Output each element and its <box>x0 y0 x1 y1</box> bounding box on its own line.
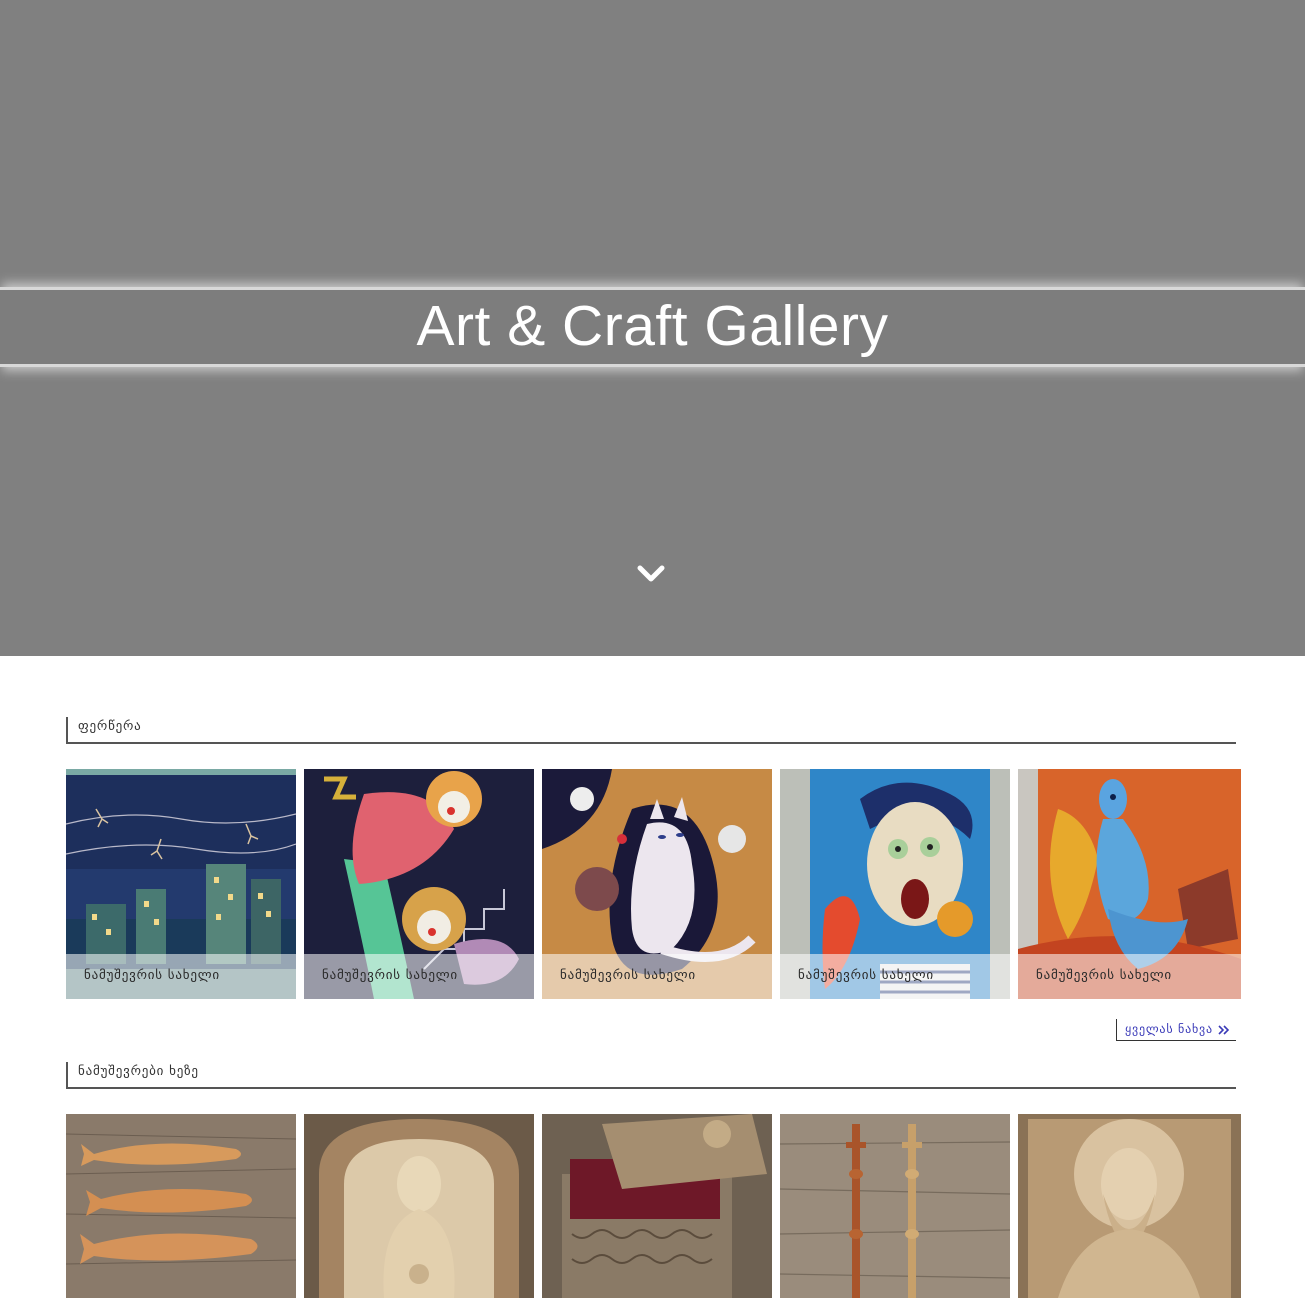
gallery-item[interactable] <box>780 1114 1010 1298</box>
section-heading-label: ნამუშევრები ხეზე <box>78 1064 199 1079</box>
item-caption: ნამუშევრის სახელი <box>66 954 296 999</box>
gallery-item[interactable]: ნამუშევრის სახელი <box>66 769 296 999</box>
woodwork-image <box>780 1114 1010 1298</box>
item-caption-label: ნამუშევრის სახელი <box>1036 968 1172 983</box>
section-heading-woodwork: ნამუშევრები ხეზე <box>66 1062 1236 1089</box>
woodwork-image <box>66 1114 296 1298</box>
section-heading-label: ფერწერა <box>78 719 142 734</box>
gallery-item[interactable]: ნამუშევრის სახელი <box>542 769 772 999</box>
painting-gallery-row: ნამუშევრის სახელი ნამუშევრის სახელი ნამუ… <box>66 769 1241 999</box>
item-caption-label: ნამუშევრის სახელი <box>798 968 934 983</box>
gallery-item[interactable]: ნამუშევრის სახელი <box>304 769 534 999</box>
gallery-item[interactable]: ნამუშევრის სახელი <box>1018 769 1241 999</box>
gallery-item[interactable] <box>304 1114 534 1298</box>
item-caption: ნამუშევრის სახელი <box>542 954 772 999</box>
item-caption-label: ნამუშევრის სახელი <box>560 968 696 983</box>
gallery-item[interactable]: ნამუშევრის სახელი <box>780 769 1010 999</box>
item-caption: ნამუშევრის სახელი <box>780 954 1010 999</box>
woodwork-gallery-row <box>66 1114 1241 1301</box>
woodwork-image <box>542 1114 772 1298</box>
gallery-item[interactable] <box>1018 1114 1241 1298</box>
item-caption: ნამუშევრის სახელი <box>304 954 534 999</box>
chevron-down-icon[interactable] <box>636 562 666 586</box>
hero-title: Art & Craft Gallery <box>416 294 889 358</box>
hero-banner: Art & Craft Gallery <box>0 0 1305 656</box>
section-heading-painting: ფერწერა <box>66 717 1236 744</box>
item-caption-label: ნამუშევრის სახელი <box>322 968 458 983</box>
gallery-item[interactable] <box>542 1114 772 1298</box>
see-all-link[interactable]: ყველას ნახვა <box>1116 1019 1236 1041</box>
woodwork-image <box>1018 1114 1241 1298</box>
see-all-label: ყველას ნახვა <box>1125 1022 1213 1036</box>
woodwork-image <box>304 1114 534 1298</box>
double-chevron-right-icon <box>1218 1024 1230 1038</box>
gallery-item[interactable] <box>66 1114 296 1298</box>
item-caption-label: ნამუშევრის სახელი <box>84 968 220 983</box>
item-caption: ნამუშევრის სახელი <box>1018 954 1241 999</box>
